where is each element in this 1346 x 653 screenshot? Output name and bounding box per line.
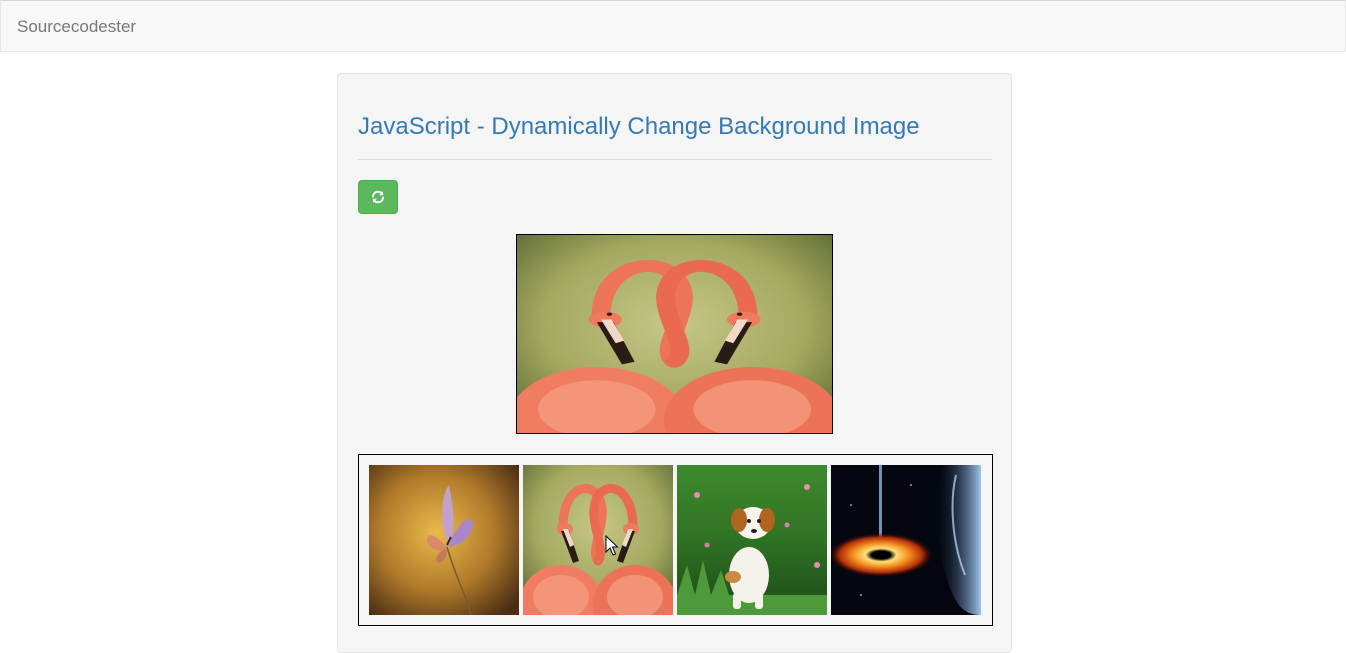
- thumbnail-flamingos[interactable]: [523, 465, 673, 615]
- thumbnail-black-hole[interactable]: [831, 465, 981, 615]
- background-image-display: [516, 234, 833, 434]
- content-panel: JavaScript - Dynamically Change Backgrou…: [337, 73, 1012, 653]
- flamingo-image: [517, 235, 832, 433]
- thumbnail-puppy[interactable]: [677, 465, 827, 615]
- thumbnail-butterfly[interactable]: [369, 465, 519, 615]
- page-title: JavaScript - Dynamically Change Backgrou…: [358, 113, 920, 140]
- navbar: Sourcecodester: [0, 0, 1346, 52]
- refresh-icon: [370, 189, 386, 205]
- title-divider: [358, 159, 992, 160]
- thumbnail-gallery: [358, 454, 993, 626]
- refresh-button[interactable]: [358, 180, 398, 214]
- navbar-brand[interactable]: Sourcecodester: [17, 17, 136, 37]
